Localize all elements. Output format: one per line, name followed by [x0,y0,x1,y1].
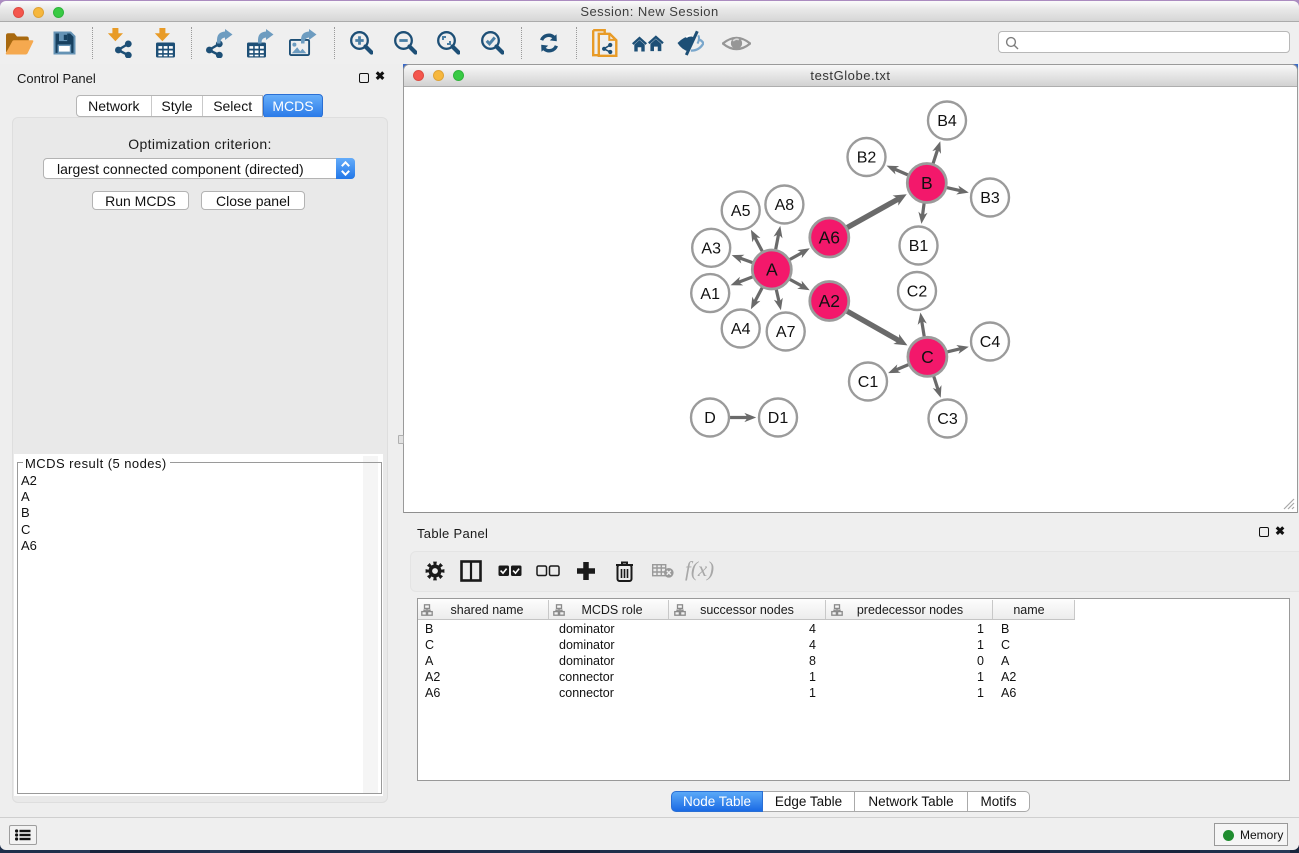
svg-text:D: D [704,410,716,427]
svg-text:C: C [921,347,934,367]
svg-text:B3: B3 [980,190,1000,207]
svg-text:C1: C1 [858,374,879,391]
svg-text:C3: C3 [937,411,958,428]
svg-text:A1: A1 [700,286,720,303]
svg-text:A3: A3 [701,241,721,258]
svg-text:A: A [766,260,778,280]
svg-text:A8: A8 [775,197,795,214]
svg-text:A6: A6 [819,228,840,248]
svg-text:A5: A5 [731,203,751,220]
svg-text:B2: B2 [857,150,877,167]
svg-text:A4: A4 [731,321,751,338]
svg-text:A7: A7 [776,324,796,341]
svg-text:B1: B1 [909,238,929,255]
svg-text:B4: B4 [937,113,957,130]
svg-text:A2: A2 [819,291,840,311]
svg-text:D1: D1 [768,410,789,427]
svg-text:C2: C2 [907,284,928,301]
svg-text:C4: C4 [980,334,1001,351]
svg-text:B: B [921,173,933,193]
